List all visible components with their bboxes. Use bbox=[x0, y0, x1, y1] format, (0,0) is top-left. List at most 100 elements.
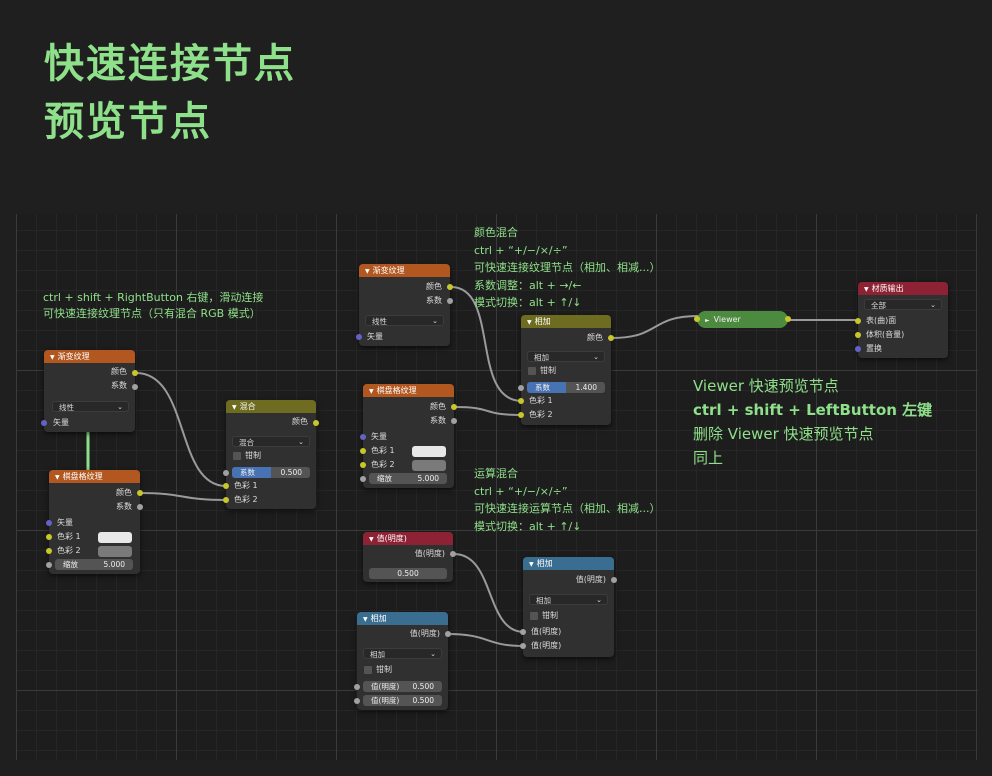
clamp-checkbox[interactable] bbox=[528, 367, 536, 375]
node-checker-texture-2[interactable]: ▼ 棋盘格纹理 颜色 系数 矢量 色彩 1 色彩 2 缩放 5.000 bbox=[360, 384, 457, 488]
scale-field[interactable]: 缩放 5.000 bbox=[55, 559, 133, 570]
math-operation-select[interactable]: 相加 ⌄ bbox=[529, 594, 608, 605]
link-value-math bbox=[453, 553, 525, 633]
blend-mode-select[interactable]: 混合 ⌄ bbox=[232, 436, 310, 447]
node-value[interactable]: ▼ 值(明度) 值(明度) 0.500 bbox=[363, 532, 456, 582]
socket-input-vector[interactable] bbox=[360, 434, 366, 440]
socket-input-fac[interactable] bbox=[518, 385, 524, 391]
socket-input-color2[interactable] bbox=[223, 497, 229, 503]
gradient-type-select[interactable]: 线性 ⌄ bbox=[365, 315, 444, 326]
socket-output-value[interactable] bbox=[450, 551, 456, 557]
socket-input-vector[interactable] bbox=[356, 334, 362, 340]
node-math-add-1[interactable]: ▼ 相加 值(明度) 相加 ⌄ 钳制 值(明度) 值(明度) bbox=[520, 557, 617, 657]
socket-output-color[interactable] bbox=[608, 335, 614, 341]
socket-input-color1[interactable] bbox=[223, 483, 229, 489]
clamp-checkbox[interactable] bbox=[530, 612, 538, 620]
collapse-arrow-icon[interactable]: ▼ bbox=[365, 268, 370, 275]
clamp-label: 钳制 bbox=[542, 611, 558, 620]
node-math-add-2[interactable]: ▼ 相加 值(明度) 相加 ⌄ 钳制 值(明度) 0.500 值(明度) 0.500 bbox=[354, 612, 451, 710]
socket-output-value[interactable] bbox=[611, 577, 617, 583]
node-material-output[interactable]: ▼ 材质输出 全部 ⌄ 表(曲)面 体积(音量) 置换 bbox=[855, 282, 948, 358]
annotation-math-mix: 运算混合 ctrl + “+/−/×/÷” 可快速连接运算节点（相加、相减...… bbox=[474, 465, 661, 535]
collapse-arrow-icon[interactable]: ▼ bbox=[363, 616, 368, 623]
color2-swatch[interactable] bbox=[412, 460, 446, 471]
value-field[interactable]: 0.500 bbox=[369, 568, 447, 579]
color1-swatch[interactable] bbox=[98, 532, 132, 543]
node-gradient-texture-1[interactable]: ▼ 渐变纹理 颜色 系数 线性 ⌄ 矢量 bbox=[41, 350, 138, 432]
socket-output-fac[interactable] bbox=[447, 298, 453, 304]
color2-swatch[interactable] bbox=[98, 546, 132, 557]
collapse-arrow-icon[interactable]: ▼ bbox=[55, 474, 60, 481]
blend-mode-select[interactable]: 相加 ⌄ bbox=[527, 351, 605, 362]
socket-input-color2[interactable] bbox=[46, 548, 52, 554]
scale-field[interactable]: 缩放 5.000 bbox=[369, 473, 447, 484]
socket-output-color[interactable] bbox=[132, 370, 138, 376]
field-value: 1.400 bbox=[575, 383, 597, 392]
socket-output-color[interactable] bbox=[451, 404, 457, 410]
expand-arrow-icon[interactable]: ► bbox=[705, 317, 710, 324]
socket-output-value[interactable] bbox=[445, 631, 451, 637]
link-add-viewer bbox=[611, 315, 699, 339]
clamp-checkbox[interactable] bbox=[233, 452, 241, 460]
field-label: 值(明度) bbox=[371, 682, 400, 691]
socket-output-color[interactable] bbox=[137, 490, 143, 496]
node-title: 渐变纹理 bbox=[57, 352, 90, 361]
socket-input-volume[interactable] bbox=[855, 332, 861, 338]
annotation-viewer: Viewer 快速预览节点 ctrl + shift + LeftButton … bbox=[693, 374, 932, 470]
socket-output-fac[interactable] bbox=[137, 504, 143, 510]
collapse-arrow-icon[interactable]: ▼ bbox=[529, 561, 534, 568]
collapse-arrow-icon[interactable]: ▼ bbox=[527, 319, 532, 326]
annotation-math-mix-line: 运算混合 bbox=[474, 467, 518, 480]
math-operation-select[interactable]: 相加 ⌄ bbox=[363, 648, 442, 659]
value1-field[interactable]: 值(明度) 0.500 bbox=[363, 681, 442, 692]
clamp-checkbox[interactable] bbox=[364, 666, 372, 674]
socket-input-color2[interactable] bbox=[360, 462, 366, 468]
socket-input[interactable] bbox=[694, 316, 700, 322]
socket-output-color[interactable] bbox=[313, 420, 319, 426]
node-mix-add[interactable]: ▼ 相加 颜色 相加 ⌄ 钳制 系数 1.400 色彩 1 色彩 2 bbox=[518, 315, 614, 425]
socket-input-surface[interactable] bbox=[855, 318, 861, 324]
annotation-left-line: 可快速连接纹理节点（只有混合 RGB 模式） bbox=[43, 307, 261, 320]
gradient-type-select[interactable]: 线性 ⌄ bbox=[52, 401, 129, 412]
node-gradient-texture-2[interactable]: ▼ 渐变纹理 颜色 系数 线性 ⌄ 矢量 bbox=[356, 264, 453, 346]
collapse-arrow-icon[interactable]: ▼ bbox=[864, 286, 869, 293]
fac-slider[interactable]: 系数 0.500 bbox=[232, 467, 310, 478]
input-color1-label: 色彩 1 bbox=[529, 396, 553, 405]
field-value: 0.500 bbox=[412, 682, 434, 691]
socket-input-displacement[interactable] bbox=[855, 346, 861, 352]
output-value-label: 值(明度) bbox=[575, 575, 606, 584]
annotation-color-mix-line: 模式切换：alt + ↑/↓ bbox=[474, 296, 582, 309]
socket-output-fac[interactable] bbox=[132, 384, 138, 390]
socket-input-color1[interactable] bbox=[518, 398, 524, 404]
collapse-arrow-icon[interactable]: ▼ bbox=[369, 388, 374, 395]
node-checker-texture-1[interactable]: ▼ 棋盘格纹理 颜色 系数 矢量 色彩 1 色彩 2 缩放 5.000 bbox=[46, 470, 143, 574]
socket-output-color[interactable] bbox=[447, 284, 453, 290]
collapse-arrow-icon[interactable]: ▼ bbox=[232, 404, 237, 411]
output-target-select[interactable]: 全部 ⌄ bbox=[864, 299, 942, 310]
node-mix-rgb[interactable]: ▼ 混合 颜色 混合 ⌄ 钳制 系数 0.500 色彩 1 色彩 2 bbox=[223, 400, 319, 509]
socket-output-fac[interactable] bbox=[451, 418, 457, 424]
color1-swatch[interactable] bbox=[412, 446, 446, 457]
socket-input-color2[interactable] bbox=[518, 412, 524, 418]
socket-output[interactable] bbox=[785, 316, 791, 322]
socket-input-scale[interactable] bbox=[360, 476, 366, 482]
socket-input-value2[interactable] bbox=[354, 698, 360, 704]
collapse-arrow-icon[interactable]: ▼ bbox=[50, 354, 55, 361]
clamp-label: 钳制 bbox=[540, 366, 556, 375]
socket-input-color1[interactable] bbox=[360, 448, 366, 454]
socket-input-fac[interactable] bbox=[223, 470, 229, 476]
socket-input-scale[interactable] bbox=[46, 562, 52, 568]
link-add-math bbox=[447, 633, 525, 647]
value2-field[interactable]: 值(明度) 0.500 bbox=[363, 695, 442, 706]
socket-input-value1[interactable] bbox=[354, 684, 360, 690]
output-fac-label: 系数 bbox=[116, 502, 132, 511]
socket-input-color1[interactable] bbox=[46, 534, 52, 540]
collapse-arrow-icon[interactable]: ▼ bbox=[369, 536, 374, 543]
node-viewer[interactable]: ► Viewer bbox=[694, 311, 791, 328]
input-vector-label: 矢量 bbox=[53, 418, 69, 427]
socket-input-vector[interactable] bbox=[46, 520, 52, 526]
socket-input-value1[interactable] bbox=[520, 629, 526, 635]
fac-slider[interactable]: 系数 1.400 bbox=[527, 382, 605, 393]
socket-input-vector[interactable] bbox=[41, 420, 47, 426]
socket-input-value2[interactable] bbox=[520, 643, 526, 649]
